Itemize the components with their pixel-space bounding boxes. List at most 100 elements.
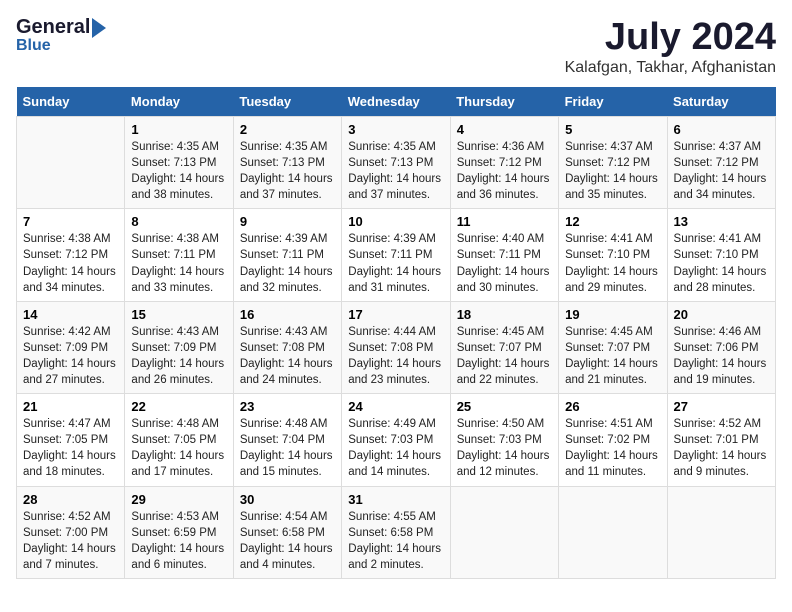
day-content: Sunrise: 4:38 AM Sunset: 7:11 PM Dayligh…	[131, 231, 226, 295]
calendar-cell: 24 Sunrise: 4:49 AM Sunset: 7:03 PM Dayli…	[342, 394, 450, 486]
day-content: Sunrise: 4:45 AM Sunset: 7:07 PM Dayligh…	[457, 324, 552, 388]
calendar-cell: 9 Sunrise: 4:39 AM Sunset: 7:11 PM Daylig…	[233, 209, 341, 301]
day-number: 14	[23, 307, 118, 322]
calendar-cell: 2 Sunrise: 4:35 AM Sunset: 7:13 PM Daylig…	[233, 117, 341, 209]
logo-blue: Blue	[16, 37, 51, 55]
col-header-thursday: Thursday	[450, 87, 558, 117]
day-number: 7	[23, 214, 118, 229]
calendar-cell: 1Sunrise: 4:35 AM Sunset: 7:13 PM Daylig…	[125, 117, 233, 209]
calendar-cell: 30 Sunrise: 4:54 AM Sunset: 6:58 PM Dayli…	[233, 486, 341, 578]
logo: General Blue	[16, 16, 106, 55]
day-content: Sunrise: 4:50 AM Sunset: 7:03 PM Dayligh…	[457, 416, 552, 480]
page-subtitle: Kalafgan, Takhar, Afghanistan	[565, 59, 776, 77]
day-number: 17	[348, 307, 443, 322]
calendar-cell: 18Sunrise: 4:45 AM Sunset: 7:07 PM Dayli…	[450, 301, 558, 393]
day-content: Sunrise: 4:35 AM Sunset: 7:13 PM Dayligh…	[348, 139, 443, 203]
calendar-cell: 26Sunrise: 4:51 AM Sunset: 7:02 PM Dayli…	[559, 394, 667, 486]
day-number: 9	[240, 214, 335, 229]
day-number: 6	[674, 122, 769, 137]
week-row-4: 21 Sunrise: 4:47 AM Sunset: 7:05 PM Dayli…	[17, 394, 776, 486]
calendar-cell: 25 Sunrise: 4:50 AM Sunset: 7:03 PM Dayli…	[450, 394, 558, 486]
day-number: 30	[240, 492, 335, 507]
day-number: 11	[457, 214, 552, 229]
day-number: 22	[131, 399, 226, 414]
day-content: Sunrise: 4:38 AM Sunset: 7:12 PM Dayligh…	[23, 231, 118, 295]
week-row-5: 28Sunrise: 4:52 AM Sunset: 7:00 PM Dayli…	[17, 486, 776, 578]
day-content: Sunrise: 4:40 AM Sunset: 7:11 PM Dayligh…	[457, 231, 552, 295]
day-content: Sunrise: 4:36 AM Sunset: 7:12 PM Dayligh…	[457, 139, 552, 203]
calendar-header-row: SundayMondayTuesdayWednesdayThursdayFrid…	[17, 87, 776, 117]
day-number: 13	[674, 214, 769, 229]
calendar-cell: 8 Sunrise: 4:38 AM Sunset: 7:11 PM Daylig…	[125, 209, 233, 301]
day-content: Sunrise: 4:39 AM Sunset: 7:11 PM Dayligh…	[240, 231, 335, 295]
day-number: 10	[348, 214, 443, 229]
day-content: Sunrise: 4:41 AM Sunset: 7:10 PM Dayligh…	[674, 231, 769, 295]
day-number: 2	[240, 122, 335, 137]
calendar-cell: 7 Sunrise: 4:38 AM Sunset: 7:12 PM Daylig…	[17, 209, 125, 301]
day-content: Sunrise: 4:37 AM Sunset: 7:12 PM Dayligh…	[565, 139, 660, 203]
week-row-2: 7 Sunrise: 4:38 AM Sunset: 7:12 PM Daylig…	[17, 209, 776, 301]
calendar-cell: 13 Sunrise: 4:41 AM Sunset: 7:10 PM Dayli…	[667, 209, 775, 301]
day-number: 23	[240, 399, 335, 414]
day-number: 26	[565, 399, 660, 414]
week-row-3: 14Sunrise: 4:42 AM Sunset: 7:09 PM Dayli…	[17, 301, 776, 393]
day-content: Sunrise: 4:43 AM Sunset: 7:09 PM Dayligh…	[131, 324, 226, 388]
calendar-cell: 17 Sunrise: 4:44 AM Sunset: 7:08 PM Dayli…	[342, 301, 450, 393]
calendar-cell: 21 Sunrise: 4:47 AM Sunset: 7:05 PM Dayli…	[17, 394, 125, 486]
day-number: 24	[348, 399, 443, 414]
calendar-cell: 6Sunrise: 4:37 AM Sunset: 7:12 PM Daylig…	[667, 117, 775, 209]
calendar-cell: 3 Sunrise: 4:35 AM Sunset: 7:13 PM Daylig…	[342, 117, 450, 209]
calendar-cell: 29 Sunrise: 4:53 AM Sunset: 6:59 PM Dayli…	[125, 486, 233, 578]
day-content: Sunrise: 4:41 AM Sunset: 7:10 PM Dayligh…	[565, 231, 660, 295]
day-number: 5	[565, 122, 660, 137]
day-number: 3	[348, 122, 443, 137]
day-number: 8	[131, 214, 226, 229]
day-number: 25	[457, 399, 552, 414]
day-number: 29	[131, 492, 226, 507]
day-number: 1	[131, 122, 226, 137]
day-number: 16	[240, 307, 335, 322]
day-content: Sunrise: 4:54 AM Sunset: 6:58 PM Dayligh…	[240, 509, 335, 573]
day-number: 20	[674, 307, 769, 322]
day-content: Sunrise: 4:44 AM Sunset: 7:08 PM Dayligh…	[348, 324, 443, 388]
calendar-cell: 19Sunrise: 4:45 AM Sunset: 7:07 PM Dayli…	[559, 301, 667, 393]
calendar-cell: 20 Sunrise: 4:46 AM Sunset: 7:06 PM Dayli…	[667, 301, 775, 393]
title-area: July 2024 Kalafgan, Takhar, Afghanistan	[565, 16, 776, 77]
calendar-cell	[17, 117, 125, 209]
calendar-cell: 22 Sunrise: 4:48 AM Sunset: 7:05 PM Dayli…	[125, 394, 233, 486]
calendar-cell: 31Sunrise: 4:55 AM Sunset: 6:58 PM Dayli…	[342, 486, 450, 578]
calendar-body: 1 Sunrise: 4:35 AM Sunset: 7:13 PM Daylig…	[17, 117, 776, 579]
col-header-sunday: Sunday	[17, 87, 125, 117]
day-number: 12	[565, 214, 660, 229]
day-number: 28	[23, 492, 118, 507]
col-header-monday: Monday	[125, 87, 233, 117]
day-number: 4	[457, 122, 552, 137]
day-content: Sunrise: 4:48 AM Sunset: 7:05 PM Dayligh…	[131, 416, 226, 480]
col-header-wednesday: Wednesday	[342, 87, 450, 117]
week-row-1: 1 Sunrise: 4:35 AM Sunset: 7:13 PM Daylig…	[17, 117, 776, 209]
calendar-cell	[559, 486, 667, 578]
calendar-cell: 27 Sunrise: 4:52 AM Sunset: 7:01 PM Dayli…	[667, 394, 775, 486]
calendar-table: SundayMondayTuesdayWednesdayThursdayFrid…	[16, 87, 776, 579]
header: General Blue July 2024 Kalafgan, Takhar,…	[16, 16, 776, 77]
day-content: Sunrise: 4:46 AM Sunset: 7:06 PM Dayligh…	[674, 324, 769, 388]
day-content: Sunrise: 4:48 AM Sunset: 7:04 PM Dayligh…	[240, 416, 335, 480]
col-header-tuesday: Tuesday	[233, 87, 341, 117]
day-content: Sunrise: 4:49 AM Sunset: 7:03 PM Dayligh…	[348, 416, 443, 480]
page-title: July 2024	[565, 16, 776, 59]
day-number: 21	[23, 399, 118, 414]
day-content: Sunrise: 4:47 AM Sunset: 7:05 PM Dayligh…	[23, 416, 118, 480]
calendar-cell: 16Sunrise: 4:43 AM Sunset: 7:08 PM Dayli…	[233, 301, 341, 393]
calendar-cell: 12 Sunrise: 4:41 AM Sunset: 7:10 PM Dayli…	[559, 209, 667, 301]
col-header-friday: Friday	[559, 87, 667, 117]
calendar-cell: 11 Sunrise: 4:40 AM Sunset: 7:11 PM Dayli…	[450, 209, 558, 301]
day-content: Sunrise: 4:35 AM Sunset: 7:13 PM Dayligh…	[240, 139, 335, 203]
day-number: 15	[131, 307, 226, 322]
day-number: 27	[674, 399, 769, 414]
day-content: Sunrise: 4:53 AM Sunset: 6:59 PM Dayligh…	[131, 509, 226, 573]
day-content: Sunrise: 4:52 AM Sunset: 7:01 PM Dayligh…	[674, 416, 769, 480]
calendar-cell: 14Sunrise: 4:42 AM Sunset: 7:09 PM Dayli…	[17, 301, 125, 393]
calendar-cell: 23 Sunrise: 4:48 AM Sunset: 7:04 PM Dayli…	[233, 394, 341, 486]
calendar-cell: 15 Sunrise: 4:43 AM Sunset: 7:09 PM Dayli…	[125, 301, 233, 393]
logo-general: General	[16, 16, 90, 39]
